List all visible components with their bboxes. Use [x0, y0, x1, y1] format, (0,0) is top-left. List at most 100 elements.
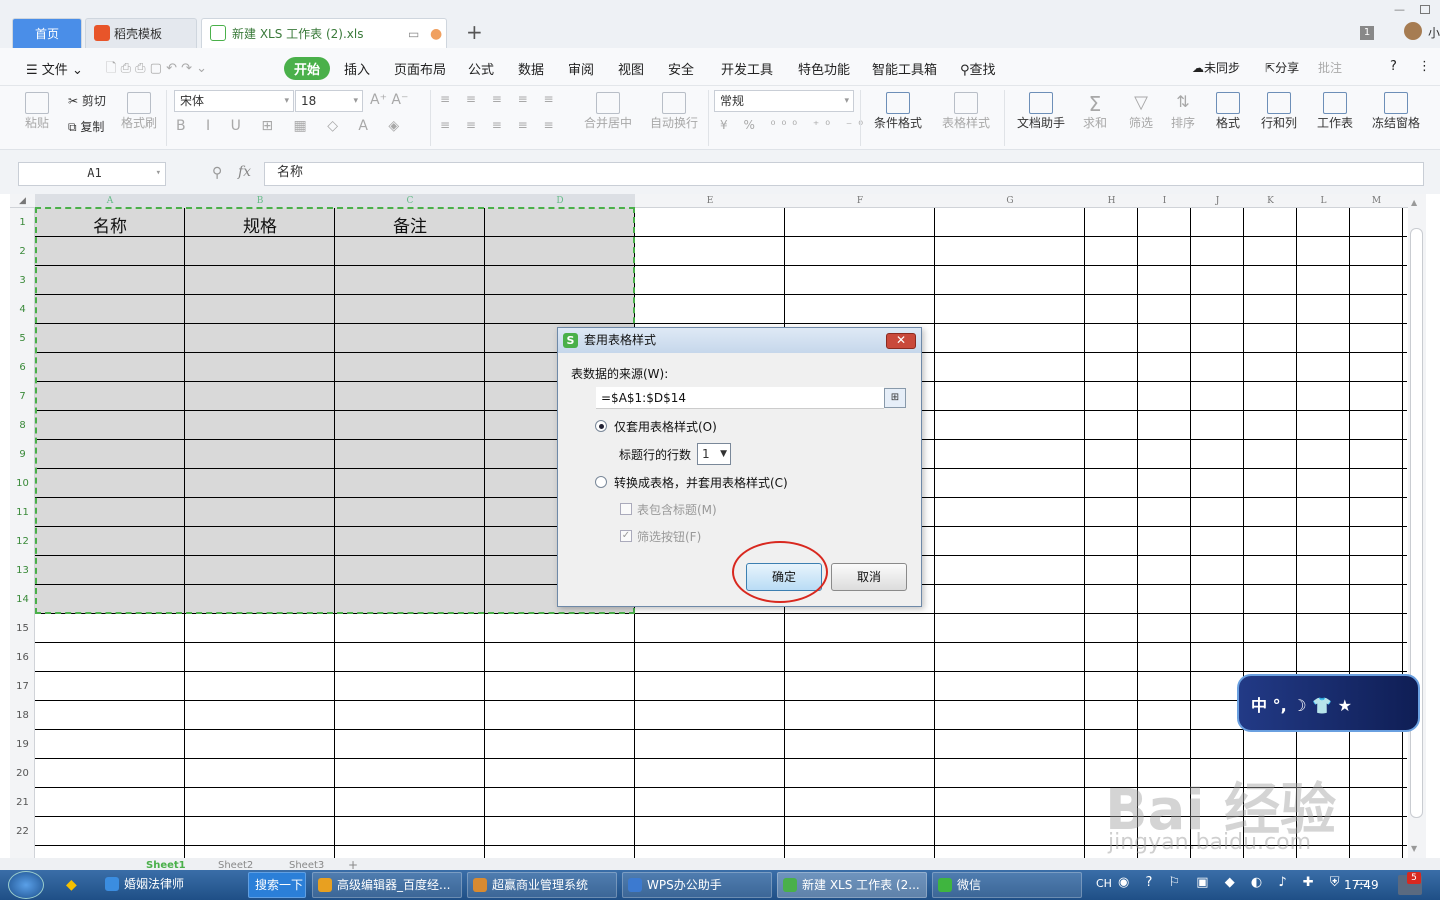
zoom-search-icon[interactable]: ⚲ — [212, 165, 222, 181]
ie-address-item[interactable]: 婚姻法律师 — [100, 872, 244, 898]
col-header-c[interactable]: C — [335, 194, 485, 208]
menu-special[interactable]: 特色功能 — [798, 59, 850, 78]
cut-button[interactable]: ✂ 剪切 — [68, 92, 106, 109]
new-tab-button[interactable]: + — [466, 20, 483, 44]
col-header-i[interactable]: I — [1138, 194, 1191, 208]
row-header-18[interactable]: 18 — [10, 710, 35, 721]
formula-input[interactable]: 名称 — [264, 162, 1424, 186]
row-header-14[interactable]: 14 — [10, 594, 35, 605]
row-col-button[interactable]: 行和列 — [1256, 92, 1302, 131]
copy-button[interactable]: ⧉ 复制 — [68, 118, 104, 135]
taskbar-item-editor[interactable]: 高级编辑器_百度经... — [312, 872, 462, 898]
col-header-f[interactable]: F — [785, 194, 935, 208]
sync-button[interactable]: ☁未同步 — [1192, 59, 1240, 76]
radio-convert-table[interactable] — [595, 476, 607, 488]
menu-insert[interactable]: 插入 — [344, 59, 370, 78]
row-header-17[interactable]: 17 — [10, 681, 35, 692]
col-header-j[interactable]: J — [1191, 194, 1244, 208]
tab-home[interactable]: 首页 — [12, 18, 82, 48]
monitor-icon[interactable]: ▭ — [408, 19, 419, 49]
maximize-icon[interactable] — [1420, 5, 1430, 14]
desktop-switch-icon[interactable]: ◆ — [66, 877, 77, 893]
scroll-down-icon[interactable]: ▼ — [1411, 844, 1417, 853]
wrap-text-button[interactable]: 自动换行 — [648, 92, 700, 131]
avatar[interactable] — [1404, 22, 1422, 40]
more-icon[interactable]: ⋮ — [1418, 59, 1431, 74]
scroll-up-icon[interactable]: ▲ — [1411, 198, 1417, 207]
paste-button[interactable]: 粘贴 — [22, 92, 52, 131]
col-header-a[interactable]: A — [35, 194, 185, 208]
tab-template[interactable]: 稻壳模板 — [85, 18, 197, 48]
col-header-l[interactable]: L — [1297, 194, 1350, 208]
merge-center-button[interactable]: 合并居中 — [580, 92, 636, 131]
row-header-6[interactable]: 6 — [10, 362, 35, 373]
language-indicator[interactable]: CH — [1096, 877, 1112, 890]
row-header-4[interactable]: 4 — [10, 304, 35, 315]
cancel-button[interactable]: 取消 — [831, 563, 907, 591]
minimize-icon[interactable]: — — [1394, 4, 1406, 16]
start-button[interactable] — [8, 871, 44, 899]
sum-button[interactable]: Σ 求和 — [1078, 92, 1112, 131]
range-picker-icon[interactable]: ⊞ — [884, 388, 906, 408]
row-header-16[interactable]: 16 — [10, 652, 35, 663]
col-header-k[interactable]: K — [1244, 194, 1297, 208]
search-button[interactable]: 搜索一下 — [248, 872, 306, 898]
freeze-panes-button[interactable]: 冻结窗格 — [1368, 92, 1424, 131]
row-header-22[interactable]: 22 — [10, 826, 35, 837]
name-box[interactable]: A1 ▾ — [18, 162, 166, 186]
row-header-15[interactable]: 15 — [10, 623, 35, 634]
col-header-h[interactable]: H — [1085, 194, 1138, 208]
row-header-10[interactable]: 10 — [10, 478, 35, 489]
row-header-20[interactable]: 20 — [10, 768, 35, 779]
row-header-1[interactable]: 1 — [10, 217, 35, 228]
font-combo[interactable]: 宋体 ▾ — [174, 90, 294, 112]
row-header-9[interactable]: 9 — [10, 449, 35, 460]
menu-start[interactable]: 开始 — [284, 57, 331, 80]
comment-button[interactable]: 批注 — [1318, 59, 1342, 76]
menu-data[interactable]: 数据 — [518, 59, 544, 78]
taskbar-item-xls[interactable]: 新建 XLS 工作表 (2... — [777, 872, 927, 898]
col-header-g[interactable]: G — [935, 194, 1085, 208]
worksheet-button[interactable]: 工作表 — [1312, 92, 1358, 131]
format-painter-button[interactable]: 格式刷 — [120, 92, 158, 131]
font-size-combo[interactable]: 18 ▾ — [295, 90, 363, 112]
taskbar-item-erp[interactable]: 超赢商业管理系统 — [467, 872, 617, 898]
taskbar-item-wechat[interactable]: 微信 — [932, 872, 1082, 898]
menu-formula[interactable]: 公式 — [468, 59, 494, 78]
align-icons[interactable]: ≡ ≡ ≡ ≡ ≡ — [440, 118, 560, 132]
filter-button[interactable]: ▽ 筛选 — [1124, 92, 1158, 131]
checkbox-has-header[interactable] — [620, 503, 632, 515]
col-header-m[interactable]: M — [1350, 194, 1403, 208]
menu-file[interactable]: ☰ 文件 ⌄ — [26, 59, 83, 78]
col-header-d[interactable]: D — [485, 194, 635, 208]
row-header-8[interactable]: 8 — [10, 420, 35, 431]
col-header-e[interactable]: E — [635, 194, 785, 208]
row-header-11[interactable]: 11 — [10, 507, 35, 518]
row-header-5[interactable]: 5 — [10, 333, 35, 344]
doc-helper-button[interactable]: 文档助手 — [1016, 92, 1066, 131]
menu-review[interactable]: 审阅 — [568, 59, 594, 78]
font-style-icons[interactable]: B I U ⊞ ▦ ◇ A ◈ — [176, 118, 407, 134]
menu-security[interactable]: 安全 — [668, 59, 694, 78]
format-button[interactable]: 格式 — [1210, 92, 1246, 131]
tray-icons[interactable]: ◉ ? ⚐ ▣ ◆ ◐ ♪ ✚ ⛨ ▭ — [1118, 875, 1374, 890]
tab-file[interactable]: 新建 XLS 工作表 (2).xls ▭ ● — [201, 18, 447, 48]
menu-view[interactable]: 视图 — [618, 59, 644, 78]
col-header-b[interactable]: B — [185, 194, 335, 208]
ime-skin-widget[interactable]: 中 °, ☽ 👕 ★ — [1237, 674, 1420, 732]
quick-access-icons[interactable]: 🗋 ⎙ ⎙ ▢ ↶ ↷ ⌄ — [106, 59, 207, 81]
row-header-13[interactable]: 13 — [10, 565, 35, 576]
header-rows-select[interactable]: 1 ▼ — [697, 443, 731, 465]
row-header-3[interactable]: 3 — [10, 275, 35, 286]
conditional-format-button[interactable]: 条件格式 — [868, 92, 928, 131]
row-header-12[interactable]: 12 — [10, 536, 35, 547]
number-format-icons[interactable]: ¥ % ⁰⁰⁰ ⁺⁰ ⁻⁰ — [720, 118, 869, 132]
add-sheet-icon[interactable]: + — [348, 858, 358, 872]
menu-devtools[interactable]: 开发工具 — [721, 59, 773, 78]
vertical-scrollbar[interactable]: ▲ ▼ — [1408, 194, 1426, 858]
table-style-button[interactable]: 表格样式 — [936, 92, 996, 131]
row-header-19[interactable]: 19 — [10, 739, 35, 750]
menu-smarttools[interactable]: 智能工具箱 — [872, 59, 937, 78]
taskbar-item-wps-helper[interactable]: WPS办公助手 — [622, 872, 772, 898]
checkbox-filter-buttons[interactable]: ✓ — [620, 530, 632, 542]
